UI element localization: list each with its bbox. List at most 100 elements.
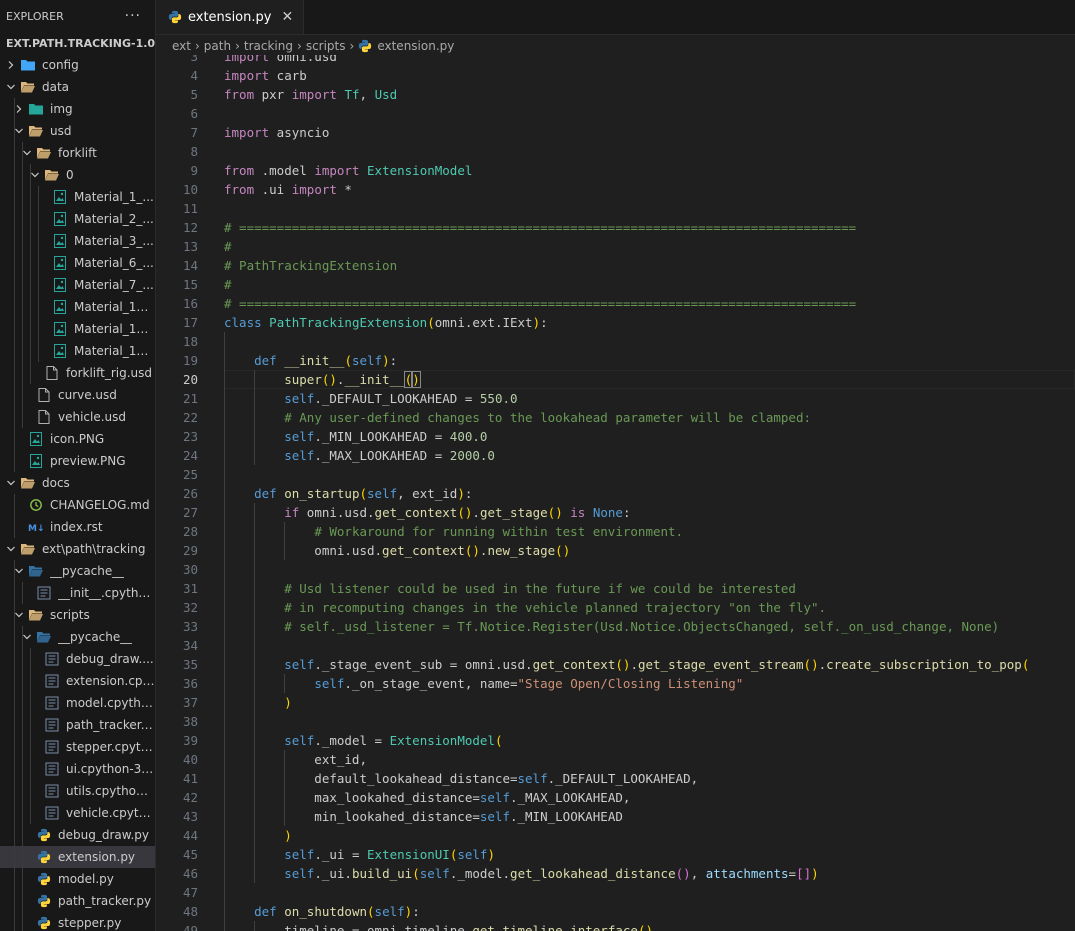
breadcrumb-item[interactable]: scripts [306,39,346,53]
close-icon[interactable]: ✕ [281,9,293,25]
code-line[interactable]: 38 [156,712,1075,731]
tree-item[interactable]: debug_draw.... [0,648,155,670]
code-line[interactable]: 28 # Workaround for running within test … [156,522,1075,541]
tree-item[interactable]: path_tracker.... [0,714,155,736]
tree-item[interactable]: Material_14... [0,318,155,340]
tree-item[interactable]: scripts [0,604,155,626]
code-line[interactable]: 20 super().__init__() [156,370,1075,389]
tree-item[interactable]: docs [0,472,155,494]
tree-item[interactable]: path_tracker.py [0,890,155,912]
code-line[interactable]: 43 min_lookahed_distance=self._MIN_LOOKA… [156,807,1075,826]
code-line[interactable]: 7 import asyncio [156,123,1075,142]
tab-extension-py[interactable]: extension.py ✕ [156,0,305,34]
code-line[interactable]: 8 [156,142,1075,161]
code-line[interactable]: 35 self._stage_event_sub = omni.usd.get_… [156,655,1075,674]
code-line[interactable]: 25 [156,465,1075,484]
code-line[interactable]: 40 ext_id, [156,750,1075,769]
code-line[interactable]: 17 class PathTrackingExtension(omni.ext.I… [156,313,1075,332]
chevron-right-icon[interactable] [4,58,18,72]
code-line[interactable]: 3 import omni.usd [156,55,1075,66]
tree-item[interactable]: data [0,76,155,98]
code-line[interactable]: 5 from pxr import Tf, Usd [156,85,1075,104]
chevron-down-icon[interactable] [4,476,18,490]
tree-item[interactable]: CHANGELOG.md [0,494,155,516]
tree-item[interactable]: 0 [0,164,155,186]
code-line[interactable]: 21 self._DEFAULT_LOOKAHEAD = 550.0 [156,389,1075,408]
tree-item[interactable]: __pycache__ [0,626,155,648]
tree-item[interactable]: config [0,54,155,76]
code-line[interactable]: 36 self._on_stage_event, name="Stage Ope… [156,674,1075,693]
code-line[interactable]: 34 [156,636,1075,655]
tree-item[interactable]: stepper.py [0,912,155,931]
tree-item[interactable]: M↓ index.rst [0,516,155,538]
code-line[interactable]: 12 # ====================================… [156,218,1075,237]
code-line[interactable]: 13 # [156,237,1075,256]
code-line[interactable]: 22 # Any user-defined changes to the loo… [156,408,1075,427]
code-line[interactable]: 24 self._MAX_LOOKAHEAD = 2000.0 [156,446,1075,465]
code-line[interactable]: 44 ) [156,826,1075,845]
breadcrumb-item[interactable]: path [204,39,231,53]
chevron-down-icon[interactable] [4,542,18,556]
tree-item[interactable]: vehicle.usd [0,406,155,428]
tree-item[interactable]: model.cpytho... [0,692,155,714]
code-line[interactable]: 32 # in recomputing changes in the vehic… [156,598,1075,617]
tree-item[interactable]: extension.py [0,846,155,868]
code-line[interactable]: 16 # ====================================… [156,294,1075,313]
code-line[interactable]: 9 from .model import ExtensionModel [156,161,1075,180]
tree-item[interactable]: Material_6_... [0,252,155,274]
code-line[interactable]: 18 [156,332,1075,351]
breadcrumb-item[interactable]: extension.py [377,39,454,53]
tree-item[interactable]: preview.PNG [0,450,155,472]
tree-item[interactable]: forklift_rig.usd [0,362,155,384]
tree-item[interactable]: debug_draw.py [0,824,155,846]
code-line[interactable]: 27 if omni.usd.get_context().get_stage()… [156,503,1075,522]
tree-item[interactable]: icon.PNG [0,428,155,450]
code-line[interactable]: 26 def on_startup(self, ext_id): [156,484,1075,503]
tree-item[interactable]: ui.cpython-31... [0,758,155,780]
breadcrumb-item[interactable]: tracking [244,39,293,53]
code-line[interactable]: 23 self._MIN_LOOKAHEAD = 400.0 [156,427,1075,446]
tree-item[interactable]: Material_7_... [0,274,155,296]
tree-item[interactable]: Material_3_... [0,230,155,252]
tree-item[interactable]: stepper.cpyth... [0,736,155,758]
code-line[interactable]: 41 default_lookahead_distance=self._DEFA… [156,769,1075,788]
code-line[interactable]: 48 def on_shutdown(self): [156,902,1075,921]
tree-item[interactable]: img [0,98,155,120]
code-line[interactable]: 39 self._model = ExtensionModel( [156,731,1075,750]
code-line[interactable]: 47 [156,883,1075,902]
code-line[interactable]: 29 omni.usd.get_context().new_stage() [156,541,1075,560]
code-line[interactable]: 10 from .ui import * [156,180,1075,199]
tree-item[interactable]: ext\path\tracking [0,538,155,560]
code-editor[interactable]: 3 import omni.usd 4 import carb 5 from pxr im… [156,55,1075,931]
code-line[interactable]: 37 ) [156,693,1075,712]
code-line[interactable]: 4 import carb [156,66,1075,85]
tree-item[interactable]: __pycache__ [0,560,155,582]
code-line[interactable]: 11 [156,199,1075,218]
code-line[interactable]: 49 timeline = omni.timeline.get_timeline… [156,921,1075,931]
code-line[interactable]: 19 def __init__(self): [156,351,1075,370]
code-line[interactable]: 31 # Usd listener could be used in the f… [156,579,1075,598]
code-line[interactable]: 42 max_lookahed_distance=self._MAX_LOOKA… [156,788,1075,807]
tree-item[interactable]: Material_1_... [0,186,155,208]
code-line[interactable]: 33 # self._usd_listener = Tf.Notice.Regi… [156,617,1075,636]
tree-item[interactable]: Material_16... [0,340,155,362]
tree-item[interactable]: Material_2_... [0,208,155,230]
tree-item[interactable]: Material_13... [0,296,155,318]
code-line[interactable]: 14 # PathTrackingExtension [156,256,1075,275]
chevron-down-icon[interactable] [4,80,18,94]
tree-item[interactable]: model.py [0,868,155,890]
tree-item[interactable]: forklift [0,142,155,164]
code-line[interactable]: 6 [156,104,1075,123]
tree-item[interactable]: curve.usd [0,384,155,406]
tree-item[interactable]: utils.cpython-... [0,780,155,802]
tree-item[interactable]: extension.cpy... [0,670,155,692]
tree-item[interactable]: usd [0,120,155,142]
more-actions-icon[interactable]: ··· [125,8,141,24]
tree-item[interactable]: vehicle.cpyth... [0,802,155,824]
code-line[interactable]: 46 self._ui.build_ui(self._model.get_loo… [156,864,1075,883]
code-line[interactable]: 15 # [156,275,1075,294]
code-line[interactable]: 30 [156,560,1075,579]
tree-item[interactable]: __init__.cpytho... [0,582,155,604]
code-line[interactable]: 45 self._ui = ExtensionUI(self) [156,845,1075,864]
breadcrumb-item[interactable]: ext [172,39,191,53]
